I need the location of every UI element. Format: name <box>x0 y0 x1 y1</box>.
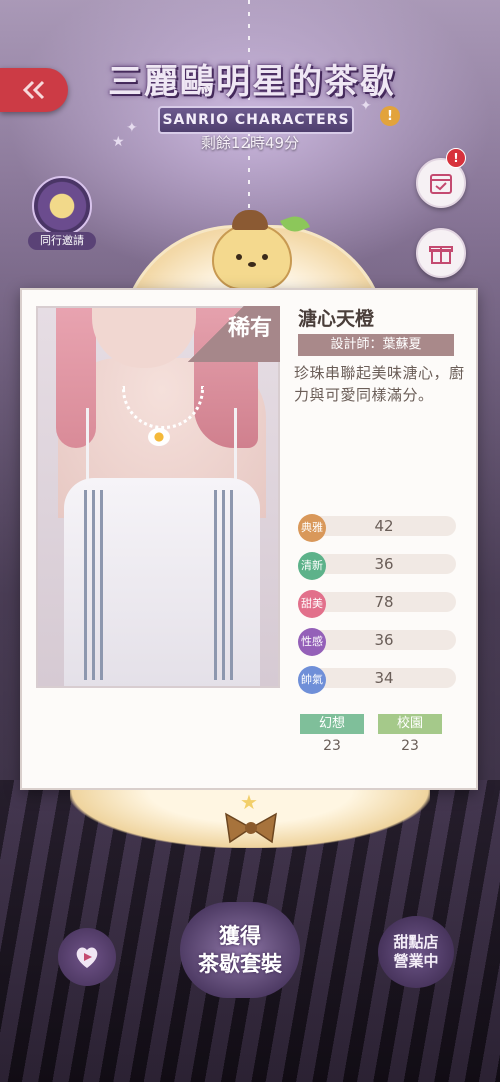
event-timer: 剩餘12時49分 <box>200 134 300 152</box>
stat-row-sexy: 性感 36 <box>298 628 458 656</box>
stat-fresh-icon: 清新 <box>298 552 326 580</box>
dessert-shop-button[interactable]: 甜點店 營業中 <box>378 916 454 988</box>
sparkle-icon: ✦ <box>360 98 372 114</box>
pompompurin-icon <box>212 210 292 290</box>
stat-sweet-icon: 甜美 <box>298 590 326 618</box>
play-button[interactable] <box>58 928 116 986</box>
stat-row-elegant: 典雅 42 <box>298 514 458 542</box>
event-title: 三麗鷗明星的茶歇 <box>108 62 396 102</box>
item-name: 溏心天橙 <box>298 308 375 330</box>
companion-invite-button[interactable]: 同行邀請 <box>28 176 98 250</box>
play-icon <box>76 947 98 968</box>
tag-fantasy: 幻想 <box>300 714 364 734</box>
stat-row-sweet: 甜美 78 <box>298 590 458 618</box>
tag-campus: 校園 <box>378 714 442 734</box>
stat-elegant-value: 42 <box>374 517 394 535</box>
rarity-banner: 稀有 <box>182 306 280 362</box>
gift-button[interactable] <box>416 228 466 278</box>
stat-sexy-icon: 性感 <box>298 628 326 656</box>
stat-row-cool: 帥氣 34 <box>298 666 458 694</box>
shop-line1: 甜點店 <box>393 933 439 951</box>
back-button[interactable] <box>0 68 68 112</box>
companion-invite-label: 同行邀請 <box>28 232 96 250</box>
event-info-alert[interactable]: ! <box>380 106 400 126</box>
sparkle-icon: ★ <box>112 134 125 150</box>
double-chevron-left-icon <box>22 80 45 100</box>
obtain-tea-set-button[interactable]: 獲得 茶歇套裝 <box>180 902 300 998</box>
item-description: 珍珠串聯起美味溏心，廚力與可愛同樣滿分。 <box>294 364 465 404</box>
gold-star-icon: ★ <box>240 790 258 814</box>
stat-elegant-icon: 典雅 <box>298 514 326 542</box>
egg-pendant <box>148 428 170 446</box>
sparkle-icon: ✦ <box>126 120 138 136</box>
gift-icon <box>429 246 453 264</box>
shop-line2: 營業中 <box>393 952 439 970</box>
obtain-line2: 茶歇套裝 <box>198 952 282 976</box>
stat-cool-icon: 帥氣 <box>298 666 326 694</box>
stat-fresh-value: 36 <box>374 555 394 573</box>
stat-sexy-value: 36 <box>374 631 394 649</box>
event-subtitle-ribbon: SANRIO CHARACTERS <box>158 106 354 134</box>
obtain-line1: 獲得 <box>219 924 261 948</box>
tag-campus-value: 23 <box>401 738 419 754</box>
item-preview-image <box>36 306 280 688</box>
item-detail-card: 稀有 溏心天橙 設計師：葉蘇夏 珍珠串聯起美味溏心，廚力與可愛同樣滿分。 典雅 … <box>20 288 478 790</box>
rarity-label: 稀有 <box>227 315 272 341</box>
calendar-check-icon <box>430 174 452 194</box>
stat-row-fresh: 清新 36 <box>298 552 458 580</box>
calendar-alert-badge: ! <box>446 148 466 168</box>
stat-cool-value: 34 <box>374 669 394 687</box>
stat-sweet-value: 78 <box>374 593 394 611</box>
tag-fantasy-value: 23 <box>323 738 341 754</box>
ribbon-bow-icon <box>222 808 280 848</box>
flower-badge-icon <box>32 176 92 236</box>
designer-label: 設計師：葉蘇夏 <box>298 334 454 356</box>
